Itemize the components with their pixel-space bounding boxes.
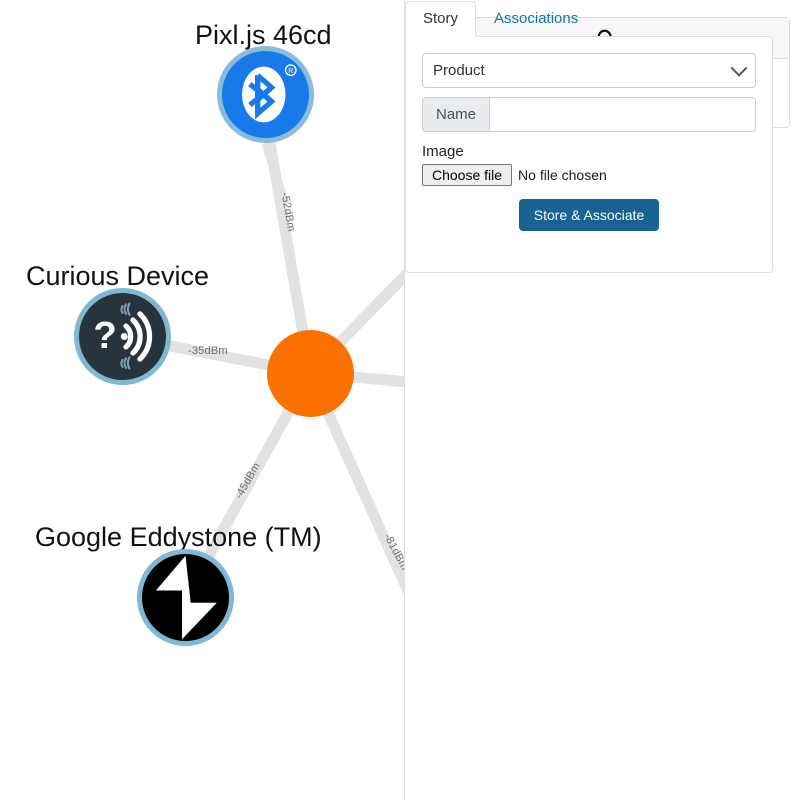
story-form-card: Story Associations Product Name Image Ch… [405,0,773,273]
submit-row: Store & Associate [422,199,756,231]
edge-label-curious: -35dBm [188,345,228,357]
type-select-value: Product [433,62,485,79]
unknown-device-icon[interactable]: ? [74,288,171,385]
bluetooth-icon[interactable]: R [217,46,314,143]
svg-text:R: R [288,68,293,75]
node-label-pixljs: Pixl.js 46cd [195,20,332,50]
eddystone-glyph [155,555,217,640]
tab-story[interactable]: Story [405,1,477,37]
node-label-curious: Curious Device [26,261,210,291]
image-label: Image [422,143,464,160]
file-status-text: No file chosen [518,167,607,183]
network-graph-canvas[interactable]: -52dBm -35dBm -45dBm -81dBm Pixl.js 46cd… [0,0,405,800]
tab-associations[interactable]: Associations [476,1,596,37]
hub-node[interactable] [267,330,354,417]
node-label-eddystone: Google Eddystone (TM) [35,522,322,552]
name-input-group: Name [422,97,756,132]
name-label-addon: Name [423,98,491,131]
eddystone-beacon-icon[interactable] [137,549,234,646]
chevron-down-icon [730,59,748,77]
sidebar-panel: Story Associations Product Name Image Ch… [405,0,800,800]
svg-text:?: ? [93,314,116,357]
store-and-associate-button[interactable]: Store & Associate [518,199,660,231]
name-input[interactable] [490,98,755,131]
type-select[interactable]: Product [422,53,756,88]
tab-bar: Story Associations [405,0,596,37]
image-file-input[interactable]: Choose file No file chosen [422,164,756,186]
story-tab-content: Product Name Image Choose file No file c… [405,36,773,273]
bluetooth-glyph: R [242,64,297,123]
question-signal-glyph: ? [93,302,153,370]
app-root: -52dBm -35dBm -45dBm -81dBm Pixl.js 46cd… [0,0,800,800]
choose-file-button[interactable]: Choose file [422,164,513,186]
